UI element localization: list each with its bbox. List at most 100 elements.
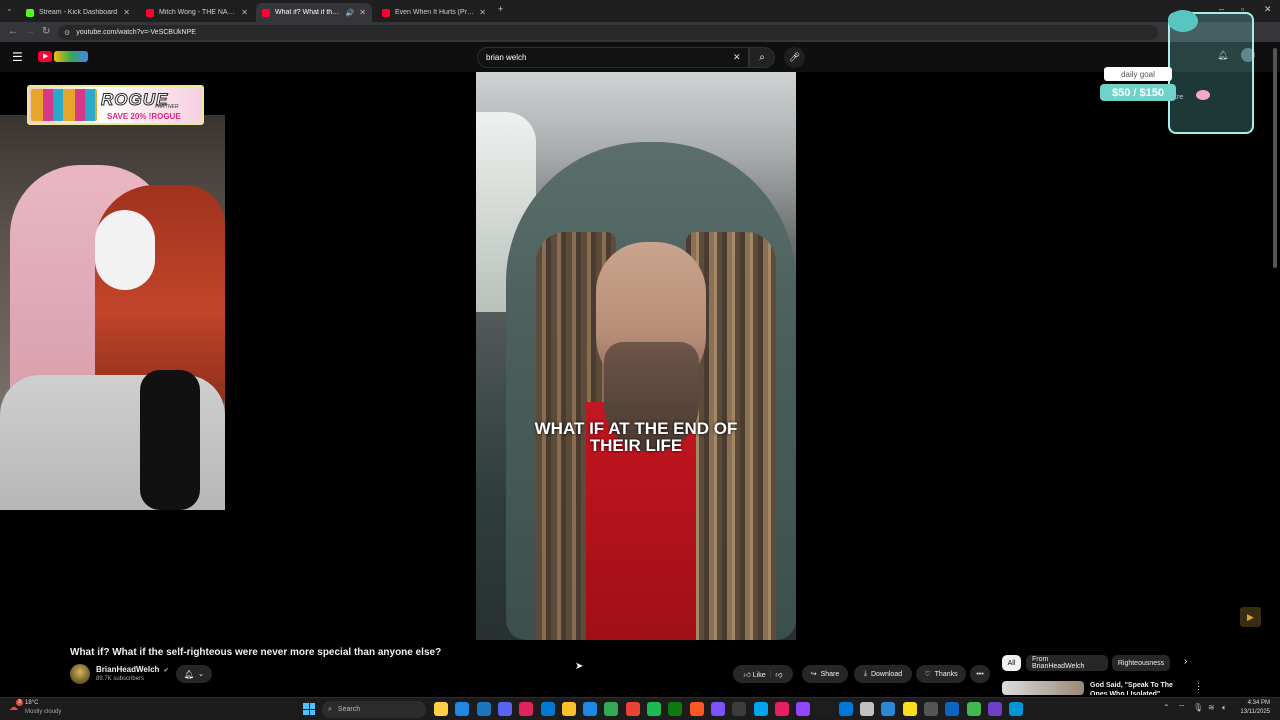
thanks-button[interactable]: ♡ Thanks — [916, 665, 966, 683]
browser-tab[interactable]: Stream - Kick Dashboard ✕ — [20, 3, 136, 22]
tab-search-icon[interactable]: ⌄ — [6, 4, 13, 13]
jar-item — [1196, 90, 1210, 100]
goal-label: daily goal — [1104, 67, 1172, 81]
like-dislike-group: 👍︎ Like | 👎︎ — [733, 665, 793, 683]
youtube-header: ☰ ▶ brian welch ✕ ⌕ 🎤︎ ＋ Cre 🔔︎ — [0, 42, 1280, 101]
taskbar-app-icon[interactable] — [689, 702, 704, 716]
taskbar-app-icon[interactable] — [987, 702, 1002, 716]
play-icon: ▶ — [43, 53, 49, 60]
video-player[interactable]: WHAT IF AT THE END OF THEIR LIFE — [476, 72, 796, 640]
share-button[interactable]: ↪ Share — [802, 665, 848, 683]
taskbar-app-icon[interactable] — [732, 702, 747, 716]
search-button[interactable]: ⌕ — [749, 47, 775, 68]
browser-tab-active[interactable]: What if? What if the self-ri 🔊 ✕ — [256, 3, 372, 22]
taskbar-app-icon[interactable] — [1009, 702, 1024, 716]
taskbar-app-icon[interactable] — [710, 702, 725, 716]
taskbar-search[interactable]: ⌕ Search — [322, 701, 426, 718]
start-button[interactable] — [303, 703, 315, 715]
download-button[interactable]: ⤓ Download — [854, 665, 912, 683]
youtube-icon — [262, 8, 270, 17]
close-tab-icon[interactable]: ✕ — [241, 8, 248, 17]
taskbar-app-icon[interactable] — [902, 702, 917, 716]
taskbar-app-icon[interactable] — [434, 702, 448, 716]
like-button[interactable]: 👍︎ Like — [743, 670, 765, 679]
taskbar-app-icon[interactable] — [668, 702, 683, 716]
taskbar-app-icon[interactable] — [519, 702, 534, 716]
more-vert-icon[interactable]: ⋮ — [1194, 681, 1203, 692]
sponsor-banner: ROGUE PARTNER SAVE 20% !ROGUE — [27, 85, 204, 125]
subscription-bell-button[interactable]: 🔔︎ ⌄ — [176, 665, 212, 683]
taskbar-app-icon[interactable] — [796, 702, 811, 716]
volume-icon[interactable]: 🔈︎ — [1222, 703, 1227, 713]
channel-name[interactable]: BrianHeadWelch ✔ — [96, 665, 169, 674]
clock-time[interactable]: 4:34 PM — [1238, 700, 1270, 706]
network-icon[interactable]: ⌔ — [1178, 703, 1186, 713]
taskbar-app-icon[interactable] — [604, 702, 619, 716]
channel-avatar[interactable] — [70, 664, 90, 684]
download-icon: ⤓ — [863, 670, 867, 677]
taskbar-search-label: Search — [337, 706, 361, 713]
new-tab-button[interactable]: + — [498, 4, 503, 14]
youtube-icon — [382, 8, 390, 17]
page-scrollbar[interactable] — [1273, 48, 1277, 268]
youtube-corner-badge: ▶ — [1240, 607, 1261, 627]
taskbar-app-icon[interactable] — [561, 702, 576, 716]
recommended-thumbnail[interactable] — [1002, 681, 1084, 695]
taskbar-app-icon[interactable] — [476, 702, 491, 716]
youtube-logo-icon[interactable]: ▶ — [38, 51, 52, 62]
microphone-icon[interactable]: 🎙︎ — [1193, 703, 1203, 712]
back-icon[interactable]: ← — [8, 26, 18, 37]
speaker-icon[interactable]: 🔊 — [346, 9, 355, 17]
url-text: youtube.com/watch?v=-VeSCBUkNPE — [76, 29, 196, 36]
divider: | — [769, 670, 772, 678]
taskbar-app-icon[interactable] — [455, 702, 470, 716]
taskbar-app-icon[interactable] — [817, 702, 832, 716]
forward-icon[interactable]: → — [25, 26, 35, 37]
chevron-right-icon[interactable]: › — [1184, 656, 1187, 667]
taskbar-app-icon[interactable] — [881, 702, 896, 716]
taskbar-app-icon[interactable] — [945, 702, 960, 716]
search-query: brian welch — [486, 53, 527, 62]
thanks-icon: ♡ — [924, 671, 931, 678]
youtube-doodle-logo[interactable] — [54, 51, 88, 62]
reload-icon[interactable]: ↻ — [42, 26, 50, 37]
dislike-button[interactable]: 👎︎ — [775, 670, 782, 679]
webcam-headset — [95, 210, 155, 290]
tray-expand-icon[interactable]: ⌃ — [1163, 703, 1170, 712]
caption-line: WHAT IF AT THE END OF — [534, 419, 738, 438]
search-input[interactable]: brian welch ✕ — [477, 47, 749, 68]
close-window-button[interactable]: ✕ — [1264, 4, 1272, 15]
chip-from-channel[interactable]: From BrianHeadWelch — [1026, 655, 1108, 671]
clear-search-icon[interactable]: ✕ — [733, 52, 741, 63]
clock-date[interactable]: 13/11/2025 — [1238, 709, 1270, 715]
close-tab-icon[interactable]: ✕ — [359, 8, 366, 17]
taskbar-app-icon[interactable] — [860, 702, 874, 716]
taskbar-app-icon[interactable] — [753, 702, 768, 716]
browser-tab[interactable]: Mitch Wong - THE NAME ABOVE ✕ — [140, 3, 254, 22]
taskbar-app-icon[interactable] — [774, 702, 789, 716]
taskbar-app-icon[interactable] — [647, 702, 661, 716]
menu-icon[interactable]: ☰ — [12, 50, 23, 64]
thumbs-up-icon: 👍︎ — [743, 671, 751, 679]
webcam-microphone — [140, 370, 200, 510]
site-info-icon[interactable]: ⚙ — [64, 29, 70, 37]
close-tab-icon[interactable]: ✕ — [123, 8, 130, 17]
close-tab-icon[interactable]: ✕ — [479, 8, 486, 17]
taskbar-app-icon[interactable] — [583, 702, 598, 716]
taskbar-app-icon[interactable] — [540, 702, 555, 716]
chip-righteousness[interactable]: Righteousness — [1112, 655, 1170, 671]
browser-tab[interactable]: Even When It Hurts (Praise Son ✕ — [376, 3, 492, 22]
wifi-icon[interactable]: ≋ — [1208, 703, 1215, 712]
taskbar-app-icon[interactable] — [838, 702, 853, 716]
taskbar-app-icon[interactable] — [497, 702, 512, 716]
voice-search-button[interactable]: 🎤︎ — [784, 47, 805, 68]
more-actions-button[interactable]: ••• — [970, 665, 990, 683]
chip-all[interactable]: All — [1002, 655, 1021, 671]
recommended-title[interactable]: God Said, "Speak To The Ones Who I Isola… — [1090, 681, 1190, 695]
taskbar-app-icon[interactable] — [625, 702, 640, 716]
tab-title: What if? What if the self-ri — [275, 9, 342, 16]
address-bar[interactable]: ⚙ youtube.com/watch?v=-VeSCBUkNPE — [58, 25, 1158, 40]
taskbar-app-icon[interactable] — [966, 702, 981, 716]
taskbar-app-icon[interactable] — [923, 702, 938, 716]
verified-icon: ✔ — [163, 668, 169, 674]
